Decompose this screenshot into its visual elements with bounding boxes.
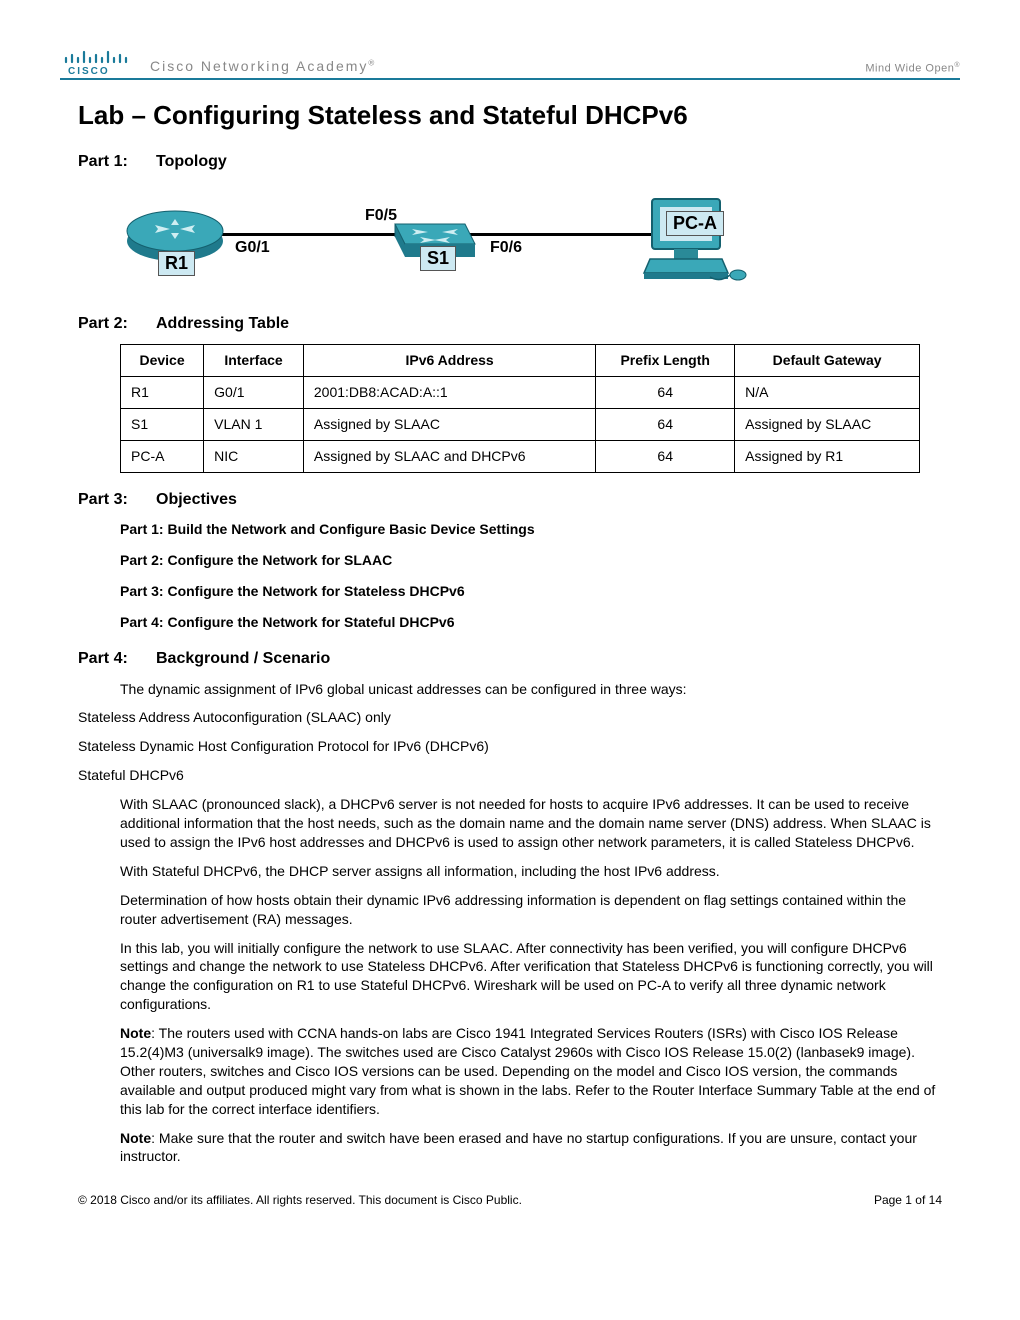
table-cell: N/A <box>735 377 920 409</box>
table-cell: 2001:DB8:ACAD:A::1 <box>303 377 595 409</box>
g01-label: G0/1 <box>235 237 270 259</box>
lab-title: Lab – Configuring Stateless and Stateful… <box>78 98 960 133</box>
f06-label: F0/6 <box>490 237 522 259</box>
brand-block: CISCO Cisco Networking Academy® <box>60 50 376 76</box>
th-device: Device <box>121 345 204 377</box>
page-number: Page 1 of 14 <box>874 1192 942 1208</box>
bg-mode-2: Stateful DHCPv6 <box>78 766 938 785</box>
table-cell: R1 <box>121 377 204 409</box>
pca-label: PC-A <box>666 211 724 236</box>
table-row: R1G0/12001:DB8:ACAD:A::164N/A <box>121 377 920 409</box>
th-prefix: Prefix Length <box>596 345 735 377</box>
objective-item: Part 4: Configure the Network for Statef… <box>120 613 960 632</box>
th-interface: Interface <box>204 345 304 377</box>
bg-stateful: With Stateful DHCPv6, the DHCP server as… <box>120 862 940 881</box>
page-container: CISCO Cisco Networking Academy® Mind Wid… <box>0 0 1020 1238</box>
bg-mode-1: Stateless Dynamic Host Configuration Pro… <box>78 737 938 756</box>
bg-intro: The dynamic assignment of IPv6 global un… <box>120 680 940 699</box>
table-cell: NIC <box>204 440 304 472</box>
table-cell: Assigned by SLAAC <box>303 409 595 441</box>
table-cell: 64 <box>596 409 735 441</box>
table-row: S1VLAN 1Assigned by SLAAC64Assigned by S… <box>121 409 920 441</box>
topology-diagram: R1 G0/1 F0/5 S1 F0/6 <box>120 193 740 293</box>
academy-text: Cisco Networking Academy® <box>150 57 376 76</box>
objective-item: Part 2: Configure the Network for SLAAC <box>120 551 960 570</box>
objective-item: Part 3: Configure the Network for Statel… <box>120 582 960 601</box>
bg-slaac: With SLAAC (pronounced slack), a DHCPv6 … <box>120 795 940 852</box>
part1-heading: Part 1:Topology <box>78 151 960 173</box>
part3-heading: Part 3:Objectives <box>78 489 960 511</box>
bg-lab: In this lab, you will initially configur… <box>120 939 940 1015</box>
table-cell: Assigned by SLAAC <box>735 409 920 441</box>
s1-label: S1 <box>420 246 456 271</box>
table-cell: PC-A <box>121 440 204 472</box>
addressing-table: Device Interface IPv6 Address Prefix Len… <box>120 344 920 473</box>
cisco-logo-icon: CISCO <box>60 50 130 76</box>
table-cell: G0/1 <box>204 377 304 409</box>
pc-icon <box>640 193 750 288</box>
bg-determination: Determination of how hosts obtain their … <box>120 891 940 929</box>
table-header-row: Device Interface IPv6 Address Prefix Len… <box>121 345 920 377</box>
table-cell: Assigned by R1 <box>735 440 920 472</box>
page-header: CISCO Cisco Networking Academy® Mind Wid… <box>60 50 960 80</box>
part2-heading: Part 2:Addressing Table <box>78 313 960 335</box>
bg-mode-0: Stateless Address Autoconfiguration (SLA… <box>78 708 938 727</box>
bg-note1: Note: The routers used with CCNA hands-o… <box>120 1024 940 1118</box>
th-ipv6: IPv6 Address <box>303 345 595 377</box>
tagline: Mind Wide Open® <box>865 61 960 77</box>
table-row: PC-ANICAssigned by SLAAC and DHCPv664Ass… <box>121 440 920 472</box>
table-cell: 64 <box>596 440 735 472</box>
part4-heading: Part 4:Background / Scenario <box>78 648 960 670</box>
th-gateway: Default Gateway <box>735 345 920 377</box>
brand-text: CISCO <box>68 66 110 76</box>
table-cell: S1 <box>121 409 204 441</box>
table-cell: VLAN 1 <box>204 409 304 441</box>
objective-item: Part 1: Build the Network and Configure … <box>120 520 960 539</box>
r1-label: R1 <box>158 251 195 276</box>
table-cell: Assigned by SLAAC and DHCPv6 <box>303 440 595 472</box>
page-footer: © 2018 Cisco and/or its affiliates. All … <box>78 1192 942 1208</box>
table-cell: 64 <box>596 377 735 409</box>
copyright: © 2018 Cisco and/or its affiliates. All … <box>78 1192 522 1208</box>
bg-note2: Note: Make sure that the router and swit… <box>120 1129 940 1167</box>
